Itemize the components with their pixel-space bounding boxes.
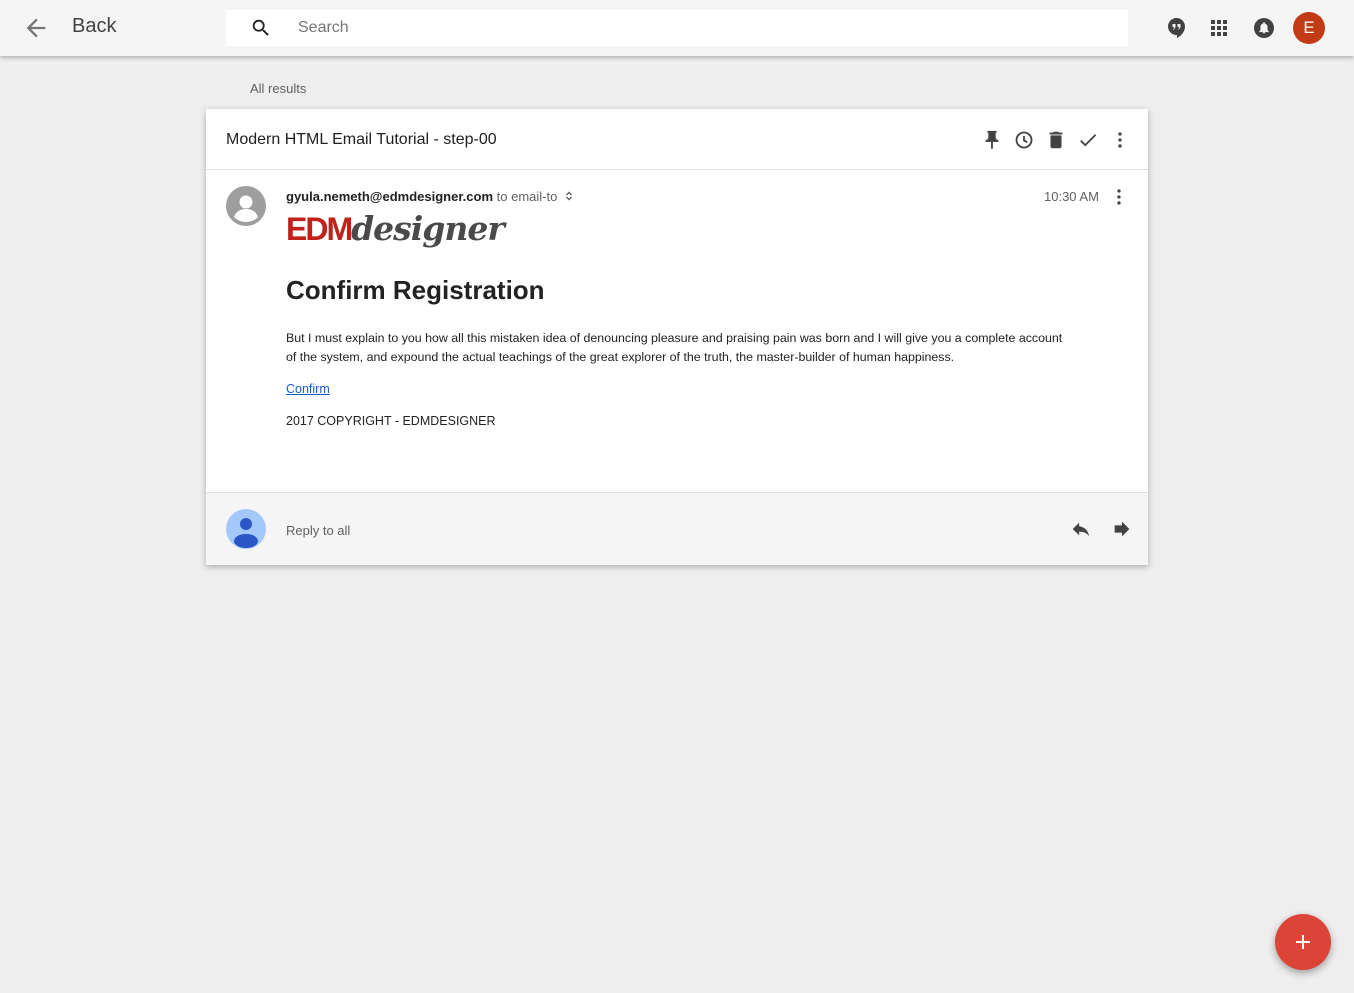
recipient-text: to email-to xyxy=(496,189,558,204)
person-icon xyxy=(234,195,258,222)
card-header: Modern HTML Email Tutorial - step-00 xyxy=(206,109,1148,170)
confirm-link[interactable]: Confirm xyxy=(286,382,330,396)
search-input[interactable] xyxy=(298,10,1098,46)
more-vert-icon[interactable] xyxy=(1109,129,1131,151)
message-time: 10:30 AM xyxy=(1044,189,1099,204)
compose-fab-button[interactable] xyxy=(1275,914,1331,970)
back-label[interactable]: Back xyxy=(72,15,116,38)
reply-icon[interactable] xyxy=(1070,518,1092,540)
search-icon[interactable] xyxy=(250,17,272,39)
account-avatar[interactable]: E xyxy=(1293,12,1325,44)
pin-icon[interactable] xyxy=(981,129,1003,151)
search-box[interactable] xyxy=(226,10,1128,46)
back-button[interactable] xyxy=(22,14,50,42)
done-check-icon[interactable] xyxy=(1077,129,1099,151)
logo-edm-text: EDM xyxy=(286,211,353,247)
reply-bar: Reply to all xyxy=(206,492,1148,565)
sender-email[interactable]: gyula.nemeth@edmdesigner.com xyxy=(286,189,493,204)
apps-grid-icon[interactable] xyxy=(1207,16,1231,40)
arrow-back-icon xyxy=(26,18,46,38)
sender-line: gyula.nemeth@edmdesigner.com to email-to xyxy=(286,189,575,204)
hangouts-icon[interactable] xyxy=(1165,16,1189,40)
reply-avatar xyxy=(226,509,266,549)
email-card: Modern HTML Email Tutorial - step-00 gyu… xyxy=(206,109,1148,565)
reply-to-all-field[interactable]: Reply to all xyxy=(286,523,350,538)
top-app-bar: Back E xyxy=(0,0,1354,56)
sender-avatar[interactable] xyxy=(226,186,266,226)
copyright-text: 2017 COPYRIGHT - EDMDESIGNER xyxy=(286,414,496,428)
plus-icon xyxy=(1296,935,1310,949)
snooze-clock-icon[interactable] xyxy=(1013,129,1035,151)
person-icon xyxy=(234,518,258,548)
trash-icon[interactable] xyxy=(1045,129,1067,151)
expand-details-icon[interactable] xyxy=(563,190,575,202)
email-heading: Confirm Registration xyxy=(286,275,545,305)
email-subject: Modern HTML Email Tutorial - step-00 xyxy=(226,131,497,148)
logo-designer-text: designer xyxy=(351,209,505,248)
forward-icon[interactable] xyxy=(1111,518,1133,540)
notifications-icon[interactable] xyxy=(1252,16,1276,40)
email-body-text: But I must explain to you how all this m… xyxy=(286,331,1063,364)
message-more-icon[interactable] xyxy=(1108,186,1130,208)
breadcrumb[interactable]: All results xyxy=(250,81,306,96)
edmdesigner-logo: EDMdesigner xyxy=(286,209,505,253)
